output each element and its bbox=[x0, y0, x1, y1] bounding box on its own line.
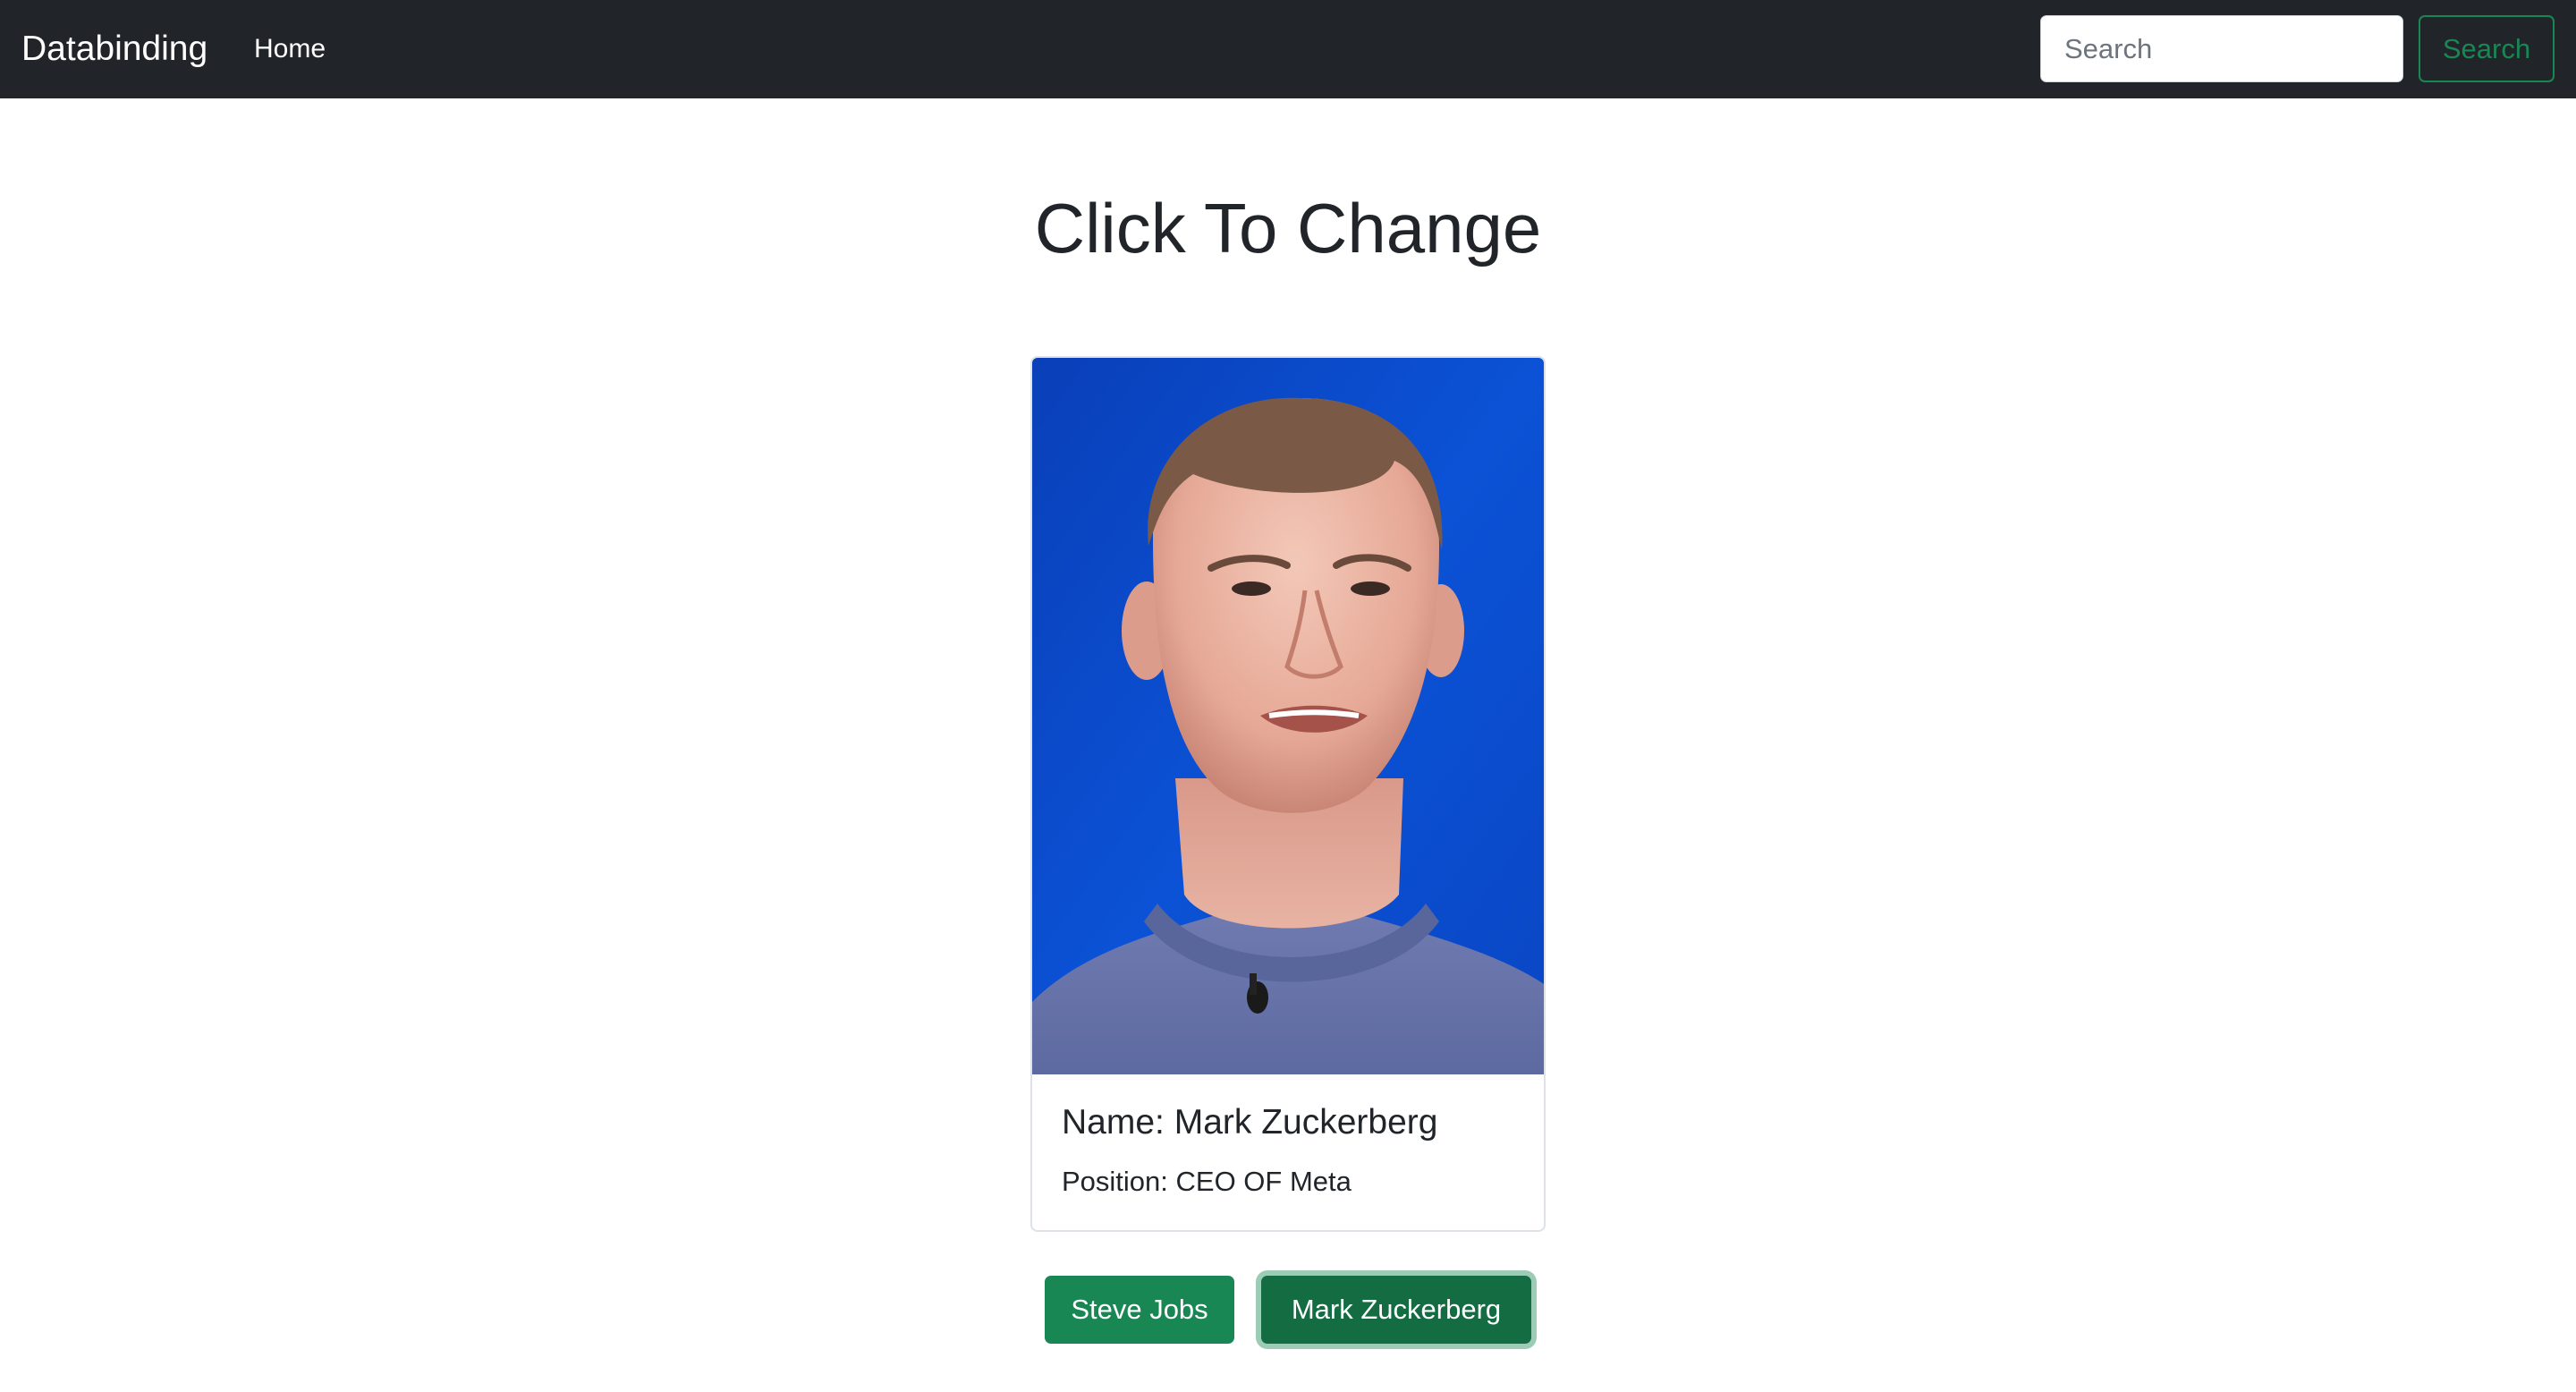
person-photo bbox=[1032, 358, 1544, 1074]
navbar-brand[interactable]: Databinding bbox=[21, 0, 208, 98]
navbar: Databinding Home Search bbox=[0, 0, 2576, 98]
steve-jobs-button[interactable]: Steve Jobs bbox=[1045, 1276, 1234, 1344]
person-position: Position: CEO OF Meta bbox=[1062, 1166, 1352, 1197]
search-button[interactable]: Search bbox=[2419, 15, 2555, 82]
page-title: Click To Change bbox=[1034, 189, 1542, 267]
mark-zuckerberg-button[interactable]: Mark Zuckerberg bbox=[1261, 1276, 1531, 1344]
person-name: Name: Mark Zuckerberg bbox=[1062, 1103, 1438, 1142]
person-card: Name: Mark Zuckerberg Position: CEO OF M… bbox=[1030, 356, 1546, 1232]
nav-link-home[interactable]: Home bbox=[254, 0, 326, 98]
search-input[interactable] bbox=[2040, 15, 2403, 82]
